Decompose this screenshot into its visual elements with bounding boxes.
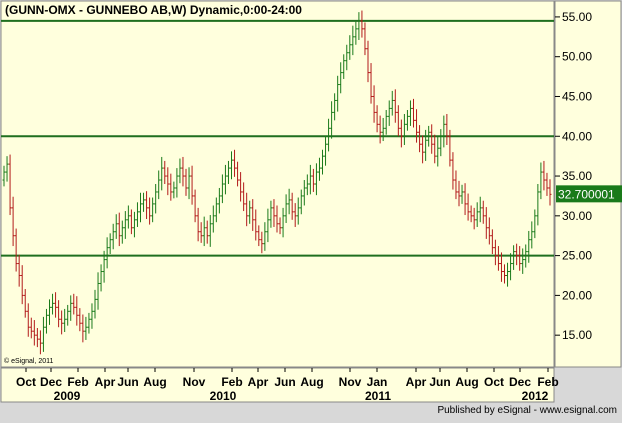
x-year-label: 2012: [522, 389, 549, 403]
x-month-label: Feb: [67, 375, 88, 389]
x-month-label: Nov: [339, 375, 362, 389]
x-month-label: Dec: [509, 375, 531, 389]
x-month-label: Jun: [429, 375, 450, 389]
x-month-label: Nov: [183, 375, 206, 389]
x-month-label: Aug: [300, 375, 323, 389]
y-tick-label: 35.00: [562, 169, 592, 183]
x-month-label: Aug: [143, 375, 166, 389]
x-month-label: Feb: [537, 375, 558, 389]
y-tick-label: 20.00: [562, 288, 592, 302]
y-tick-label: 40.00: [562, 129, 592, 143]
copyright-label: © eSignal, 2011: [4, 357, 54, 365]
y-tick-label: 25.00: [562, 249, 592, 263]
last-price-box: 32.700001: [556, 185, 622, 203]
x-month-label: Jun: [117, 375, 138, 389]
y-tick-label: 30.00: [562, 209, 592, 223]
y-tick-label: 45.00: [562, 89, 592, 103]
x-month-label: Aug: [455, 375, 478, 389]
x-month-label: Dec: [40, 375, 62, 389]
chart-svg: 15.00 20.00 25.00 30.00 35.00 40.00 45.00 50.00…: [0, 0, 622, 418]
x-month-label: Feb: [221, 375, 242, 389]
x-month-label: Jun: [274, 375, 295, 389]
x-month-label: Oct: [16, 375, 36, 389]
x-year-label: 2011: [365, 389, 391, 403]
chart-title: (GUNN-OMX - GUNNEBO AB,W) Dynamic,0:00-2…: [5, 3, 302, 17]
y-tick-label: 50.00: [562, 50, 592, 64]
chart-container: 15.00 20.00 25.00 30.00 35.00 40.00 45.00 50.00…: [0, 0, 622, 418]
x-month-label: Apr: [248, 375, 269, 389]
last-price-value: 32.700001: [558, 187, 615, 201]
plot-area: [0, 0, 555, 368]
x-year-label: 2010: [210, 389, 237, 403]
y-tick-label: 15.00: [562, 328, 592, 342]
footer-credit: Published by eSignal - www.esignal.com: [437, 405, 617, 416]
x-month-label: Oct: [484, 375, 504, 389]
x-month-label: Apr: [95, 375, 116, 389]
x-month-label: Jan: [367, 375, 388, 389]
x-month-label: Apr: [406, 375, 427, 389]
y-tick-label: 55.00: [562, 10, 592, 24]
x-year-label: 2009: [54, 389, 81, 403]
